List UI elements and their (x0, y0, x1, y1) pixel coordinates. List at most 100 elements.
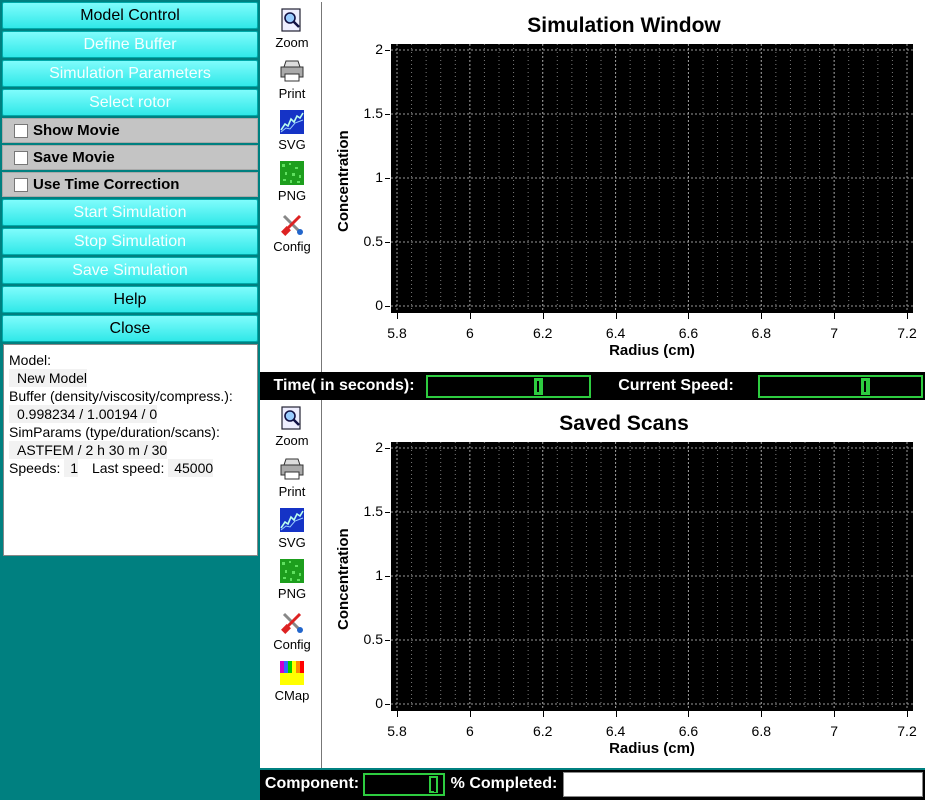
tool-label: Config (273, 239, 311, 254)
progress-status-bar: Component: % Completed: (260, 770, 925, 800)
x-tick-label: 6 (465, 723, 474, 739)
stop-simulation-button[interactable]: Stop Simulation (2, 228, 258, 255)
speeds-label: Speeds: (9, 460, 61, 476)
tool-label: Print (278, 484, 306, 499)
tool-label: CMap (274, 688, 310, 703)
component-label: Component: (264, 775, 360, 792)
show-movie-checkbox[interactable]: Show Movie (2, 118, 258, 143)
x-tick-label: 7 (830, 325, 839, 341)
component-slider-handle[interactable] (429, 776, 438, 793)
x-tick-label: 6 (465, 325, 474, 341)
print-icon (280, 59, 304, 83)
component-slider[interactable] (363, 773, 445, 796)
checkbox-label: Save Movie (33, 149, 115, 166)
simparams-value: ASTFEM / 2 h 30 m / 30 (9, 441, 168, 459)
png-icon (280, 559, 304, 583)
y-tick-label: 1 (375, 169, 383, 185)
y-tick-mark (385, 512, 390, 513)
simparams-label: SimParams (type/duration/scans): (9, 424, 220, 440)
simulation-plot: Simulation Window 0 0.5 1 1.5 2 5.8 6 6.2 6.4 6.6 6… (323, 2, 925, 372)
checkbox-box[interactable] (14, 124, 28, 138)
x-tick-label: 6.4 (605, 325, 626, 341)
x-tick-mark (907, 711, 908, 717)
checkbox-label: Show Movie (33, 122, 120, 139)
x-tick-mark (397, 313, 398, 319)
checkbox-box[interactable] (14, 151, 28, 165)
start-simulation-button[interactable]: Start Simulation (2, 199, 258, 226)
tool-label: SVG (278, 535, 306, 550)
y-axis-label: Concentration (335, 528, 352, 630)
plot-canvas[interactable] (391, 442, 913, 710)
time-slider-handle[interactable] (534, 378, 543, 395)
close-button[interactable]: Close (2, 315, 258, 342)
zoom-tool-button[interactable]: Zoom (264, 406, 320, 448)
svg-tool-button[interactable]: SVG (264, 110, 320, 152)
last-speed-value: 45000 (168, 459, 214, 477)
select-rotor-button[interactable]: Select rotor (2, 89, 258, 116)
x-tick-label: 6.2 (532, 325, 553, 341)
speed-slider-handle[interactable] (861, 378, 870, 395)
last-speed-label: Last speed: (91, 460, 165, 476)
use-time-correction-checkbox[interactable]: Use Time Correction (2, 172, 258, 197)
x-tick-label: 6.2 (532, 723, 553, 739)
save-simulation-button[interactable]: Save Simulation (2, 257, 258, 284)
time-slider[interactable] (426, 375, 591, 398)
plot-canvas[interactable] (391, 44, 913, 312)
tool-label: Zoom (275, 433, 309, 448)
x-tick-mark (834, 313, 836, 319)
x-tick-mark (615, 313, 617, 319)
tool-label: Print (278, 86, 306, 101)
model-value: New Model (9, 369, 88, 387)
png-tool-button[interactable]: PNG (264, 161, 320, 203)
define-buffer-button[interactable]: Define Buffer (2, 31, 258, 58)
x-tick-label: 5.8 (387, 325, 407, 341)
svg-tool-button[interactable]: SVG (264, 508, 320, 550)
x-axis-label: Radius (cm) (609, 342, 695, 359)
x-tick-mark (761, 313, 763, 319)
speed-slider[interactable] (758, 375, 923, 398)
plot-toolbar: Zoom Print SVG PNG Config CMap (260, 400, 322, 768)
y-tick-label: 0.5 (363, 631, 383, 647)
checkbox-box[interactable] (14, 178, 28, 192)
time-label: Time( in seconds): (273, 377, 415, 394)
print-tool-button[interactable]: Print (264, 59, 320, 101)
config-tool-button[interactable]: Config (264, 212, 320, 254)
y-tick-mark (385, 114, 390, 115)
percent-completed-label: % Completed: (450, 775, 558, 792)
zoom-tool-button[interactable]: Zoom (264, 8, 320, 50)
x-tick-mark (542, 313, 544, 319)
save-movie-checkbox[interactable]: Save Movie (2, 145, 258, 170)
model-control-button[interactable]: Model Control (2, 2, 258, 29)
y-tick-mark (385, 178, 390, 179)
progress-bar (563, 772, 923, 797)
simulation-status-bar: Time( in seconds): Current Speed: (260, 372, 925, 400)
x-tick-mark (469, 313, 471, 319)
y-tick-label: 0 (375, 297, 383, 313)
y-tick-label: 2 (375, 41, 383, 57)
model-info-box: Model: New Model Buffer (density/viscosi… (3, 344, 258, 556)
help-button[interactable]: Help (2, 286, 258, 313)
x-tick-mark (761, 711, 763, 717)
png-tool-button[interactable]: PNG (264, 559, 320, 601)
x-tick-label: 7 (830, 723, 839, 739)
config-tool-button[interactable]: Config (264, 610, 320, 652)
plot-toolbar: Zoom Print SVG PNG Config (260, 2, 322, 372)
plot-title: Simulation Window (527, 14, 721, 37)
saved-scans-panel: Zoom Print SVG PNG Config CMap Saved Scans 0 0.… (260, 400, 925, 768)
simulation-parameters-button[interactable]: Simulation Parameters (2, 60, 258, 87)
cmap-tool-button[interactable]: CMap (264, 661, 320, 703)
config-icon (280, 610, 304, 634)
x-tick-label: 7.2 (897, 723, 917, 739)
tool-label: SVG (278, 137, 306, 152)
zoom-icon (280, 406, 304, 430)
x-tick-label: 6.6 (678, 723, 699, 739)
x-axis-label: Radius (cm) (609, 740, 695, 757)
x-tick-mark (907, 313, 908, 319)
y-tick-mark (385, 448, 390, 449)
x-tick-label: 6.6 (678, 325, 699, 341)
saved-scans-plot: Saved Scans 0 0.5 1 1.5 2 5.8 6 6.2 6.4 6.6 6.8 7 7.2… (323, 400, 925, 768)
print-tool-button[interactable]: Print (264, 457, 320, 499)
x-tick-mark (834, 711, 836, 717)
y-tick-mark (385, 640, 390, 641)
speeds-line: Speeds: 1 Last speed: 45000 (9, 459, 252, 477)
